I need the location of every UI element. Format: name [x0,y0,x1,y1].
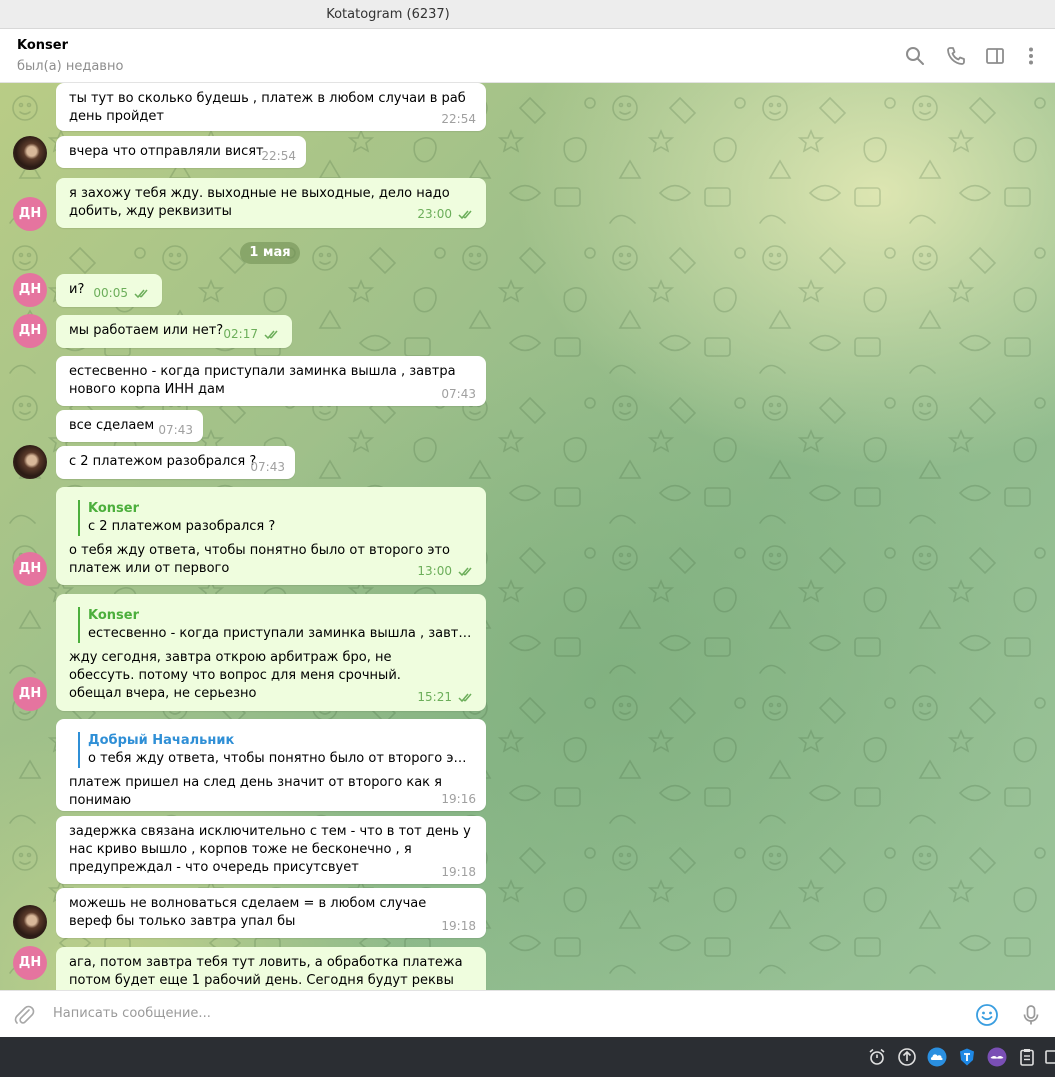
read-checkmarks-icon [458,692,476,706]
chat-header: Konser был(а) недавно [0,29,1055,83]
message-text: жду сегодня, завтра открою арбитраж бро,… [69,650,401,701]
message-incoming[interactable]: задержка связана исключительно с тем - ч… [56,816,486,884]
message-outgoing[interactable]: и? 00:05 [56,274,162,307]
user-avatar[interactable]: ДН [13,552,47,586]
message-text: можешь не волноваться сделаем = в любом … [69,896,427,929]
reply-text: с 2 платежом разобрался ? [88,519,276,534]
message-meta: 13:00 [417,564,476,580]
message-incoming[interactable]: вчера что отправляли висят 22:54 [56,136,306,168]
message-time: 19:18 [441,919,476,933]
chat-contact-status: был(а) недавно [17,59,124,74]
message-time: 07:43 [441,387,476,401]
read-checkmarks-icon [134,288,152,302]
reply-author: Добрый Начальник [88,733,235,748]
user-avatar[interactable]: ДН [13,946,47,980]
reply-quote[interactable]: Добрый Начальник о тебя жду ответа, чтоб… [78,732,474,768]
read-checkmarks-icon [458,209,476,223]
message-meta: 15:21 [417,690,476,706]
message-outgoing[interactable]: Konser с 2 платежом разобрался ? о тебя … [56,487,486,585]
reply-text: естесвенно - когда приступали заминка вы… [88,626,474,641]
message-composer: Написать сообщение... [0,990,1055,1037]
clipboard-icon[interactable] [1017,1047,1037,1067]
message-time: 07:43 [250,460,285,474]
message-time: 19:16 [441,792,476,806]
message-text: я захожу тебя жду. выходные не выходные,… [69,186,450,219]
user-avatar[interactable]: ДН [13,314,47,348]
message-text: ты тут во сколько будешь , платеж в любо… [69,91,466,124]
message-text: естесвенно - когда приступали заминка вы… [69,364,456,397]
shield-app-icon[interactable] [957,1047,977,1067]
search-icon[interactable] [904,45,926,67]
message-incoming[interactable]: ты тут во сколько будешь , платеж в любо… [56,83,486,131]
window-titlebar: Kotatogram (6237) [0,0,1055,29]
message-time: 02:17 [223,327,258,341]
display-icon[interactable] [1045,1047,1055,1067]
reply-author: Konser [88,608,139,623]
message-incoming[interactable]: с 2 платежом разобрался ? 07:43 [56,446,295,479]
phone-icon[interactable] [945,45,967,67]
message-time: 00:05 [93,286,128,300]
message-incoming[interactable]: Добрый Начальник о тебя жду ответа, чтоб… [56,719,486,811]
contact-avatar[interactable] [13,445,47,479]
read-checkmarks-icon [458,566,476,580]
message-time: 23:00 [417,207,452,221]
alarm-icon[interactable] [867,1047,887,1067]
message-meta: 00:05 [93,286,152,302]
message-text: задержка связана исключительно с тем - ч… [69,824,471,875]
reply-text: о тебя жду ответа, чтобы понятно было от… [88,751,474,766]
user-avatar[interactable]: ДН [13,273,47,307]
reply-author: Konser [88,501,139,516]
more-vertical-icon[interactable] [1020,45,1042,67]
message-time: 07:43 [158,423,193,437]
message-time: 19:18 [441,865,476,879]
window-title: Kotatogram (6237) [326,7,450,22]
message-meta: 02:17 [223,327,282,343]
message-outgoing[interactable]: Konser естесвенно - когда приступали зам… [56,594,486,711]
message-meta: 23:00 [417,207,476,223]
message-outgoing[interactable]: мы работаем или нет? 02:17 [56,315,292,348]
message-incoming[interactable]: все сделаем 07:43 [56,410,203,442]
update-icon[interactable] [897,1047,917,1067]
chat-history[interactable]: ты тут во сколько будешь , платеж в любо… [0,83,1055,990]
message-text: платеж пришел на след день значит от вто… [69,775,442,808]
paperclip-icon[interactable] [12,1003,36,1027]
chat-contact-name[interactable]: Konser [17,38,68,53]
contact-avatar[interactable] [13,136,47,170]
mustache-app-icon[interactable] [987,1047,1007,1067]
message-text: о тебя жду ответа, чтобы понятно было от… [69,543,450,576]
emoji-icon[interactable] [975,1003,999,1027]
message-time: 22:54 [261,149,296,163]
user-avatar[interactable]: ДН [13,677,47,711]
read-checkmarks-icon [264,329,282,343]
date-separator: 1 мая [240,242,300,264]
reply-quote[interactable]: Konser с 2 платежом разобрался ? [78,500,474,536]
message-incoming[interactable]: можешь не волноваться сделаем = в любом … [56,888,486,938]
message-outgoing[interactable]: я захожу тебя жду. выходные не выходные,… [56,178,486,228]
message-time: 15:21 [417,690,452,704]
contact-avatar[interactable] [13,905,47,939]
sidebar-toggle-icon[interactable] [984,45,1006,67]
message-incoming[interactable]: естесвенно - когда приступали заминка вы… [56,356,486,406]
message-text: вчера что отправляли висят [69,144,264,159]
system-taskbar [0,1037,1055,1077]
reply-quote[interactable]: Konser естесвенно - когда приступали зам… [78,607,474,643]
microphone-icon[interactable] [1019,1003,1043,1027]
message-time: 22:54 [441,112,476,126]
cloud-icon[interactable] [927,1047,947,1067]
message-outgoing[interactable]: ага, потом завтра тебя тут ловить, а обр… [56,947,486,990]
message-time: 13:00 [417,564,452,578]
message-input[interactable]: Написать сообщение... [53,1006,211,1021]
user-avatar[interactable]: ДН [13,197,47,231]
message-text: ага, потом завтра тебя тут ловить, а обр… [69,955,463,988]
